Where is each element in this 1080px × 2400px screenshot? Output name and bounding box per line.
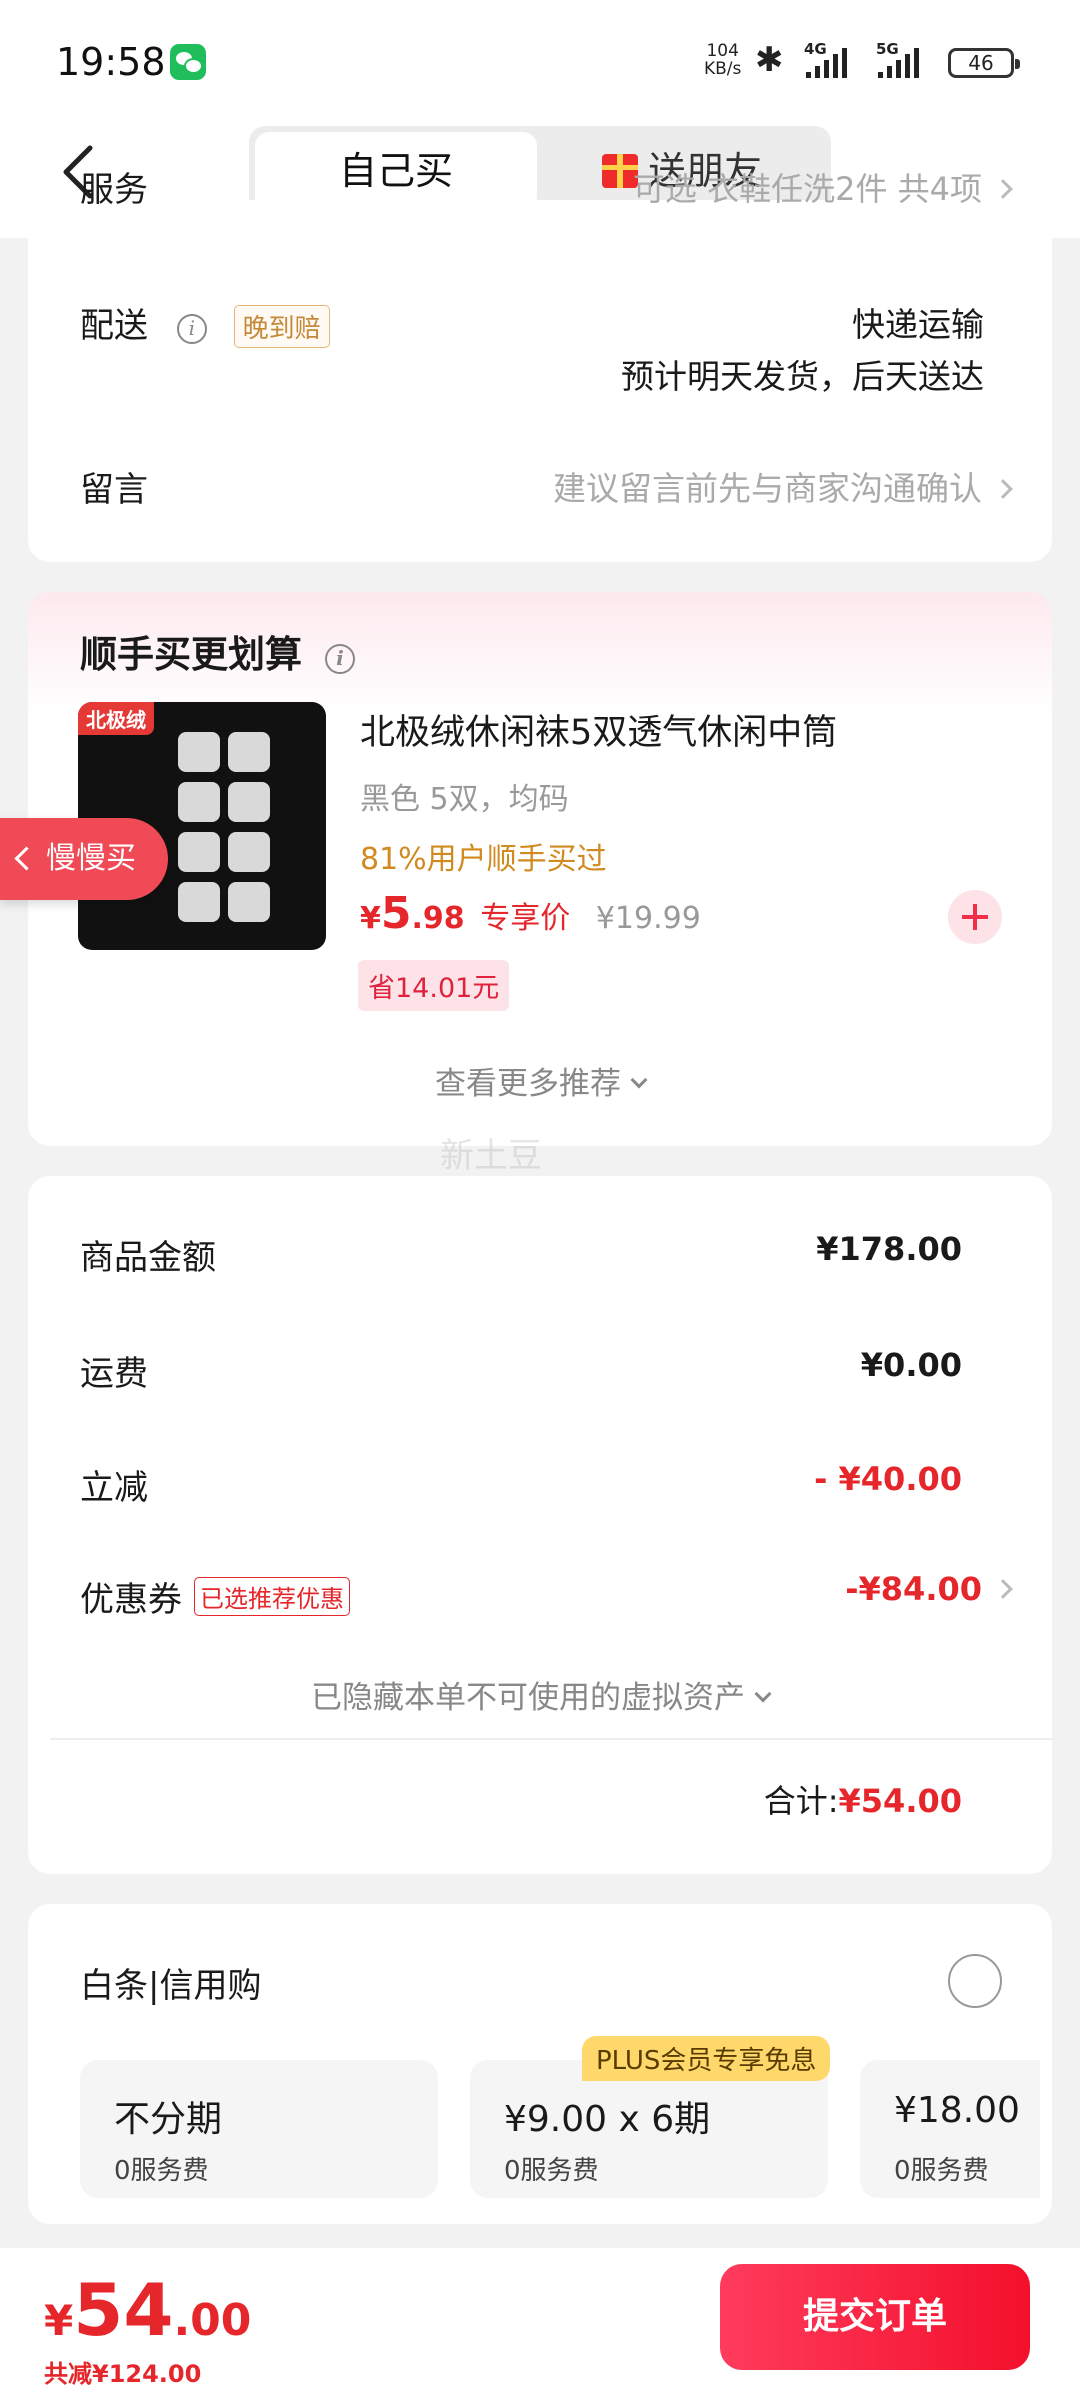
chevron-down-icon: [754, 1685, 772, 1703]
goods-amount-value: ¥178.00: [816, 1230, 962, 1268]
installment-option[interactable]: 不分期 0服务费: [80, 2060, 438, 2198]
add-item-plus-icon[interactable]: [948, 890, 1002, 944]
late-compensation-badge: 晚到赔: [233, 305, 330, 348]
product-spec: 黑色 5双，均码: [360, 782, 569, 817]
more-recommendations[interactable]: 查看更多推荐: [28, 1058, 1052, 1103]
chevron-right-icon: [993, 479, 1013, 499]
note-input[interactable]: 建议留言前先与商家沟通确认: [553, 462, 1013, 510]
discount-label: 立减: [80, 1468, 148, 1508]
product-name[interactable]: 北极绒休闲袜5双透气休闲中筒: [360, 704, 837, 755]
installment-option[interactable]: ¥18.00 0服务费: [860, 2060, 1040, 2198]
info-icon[interactable]: i: [176, 314, 207, 344]
credit-title: 白条|信用购: [80, 1966, 262, 2006]
signal-4g-icon: 4G: [804, 40, 847, 78]
credit-card: 白条|信用购 不分期 0服务费 ¥9.00 x 6期 0服务费 ¥18.00 0…: [28, 1904, 1052, 2224]
order-total: ¥54.00: [44, 2268, 252, 2352]
subtotal: 合计:¥54.00: [763, 1782, 962, 1820]
battery-icon: 46: [948, 48, 1020, 78]
submit-order-button[interactable]: 提交订单: [720, 2264, 1030, 2370]
credit-radio[interactable]: [948, 1954, 1002, 2008]
info-icon[interactable]: i: [324, 644, 355, 674]
freight-value: ¥0.00: [860, 1346, 962, 1384]
delivery-eta: 预计明天发货，后天送达: [621, 357, 984, 396]
bluetooth-icon: ✱: [755, 40, 784, 80]
tab-buy-for-self[interactable]: 自己买: [255, 132, 537, 210]
brand-logo: 北极绒: [78, 702, 154, 735]
chevron-right-icon: [993, 1579, 1013, 1599]
shipping-card: 服务 可选 衣鞋任洗2件 共4项 配送 i 晚到赔 快递运输 预计明天发货，后天…: [28, 170, 1052, 562]
social-proof: 81%用户顺手买过: [360, 842, 607, 877]
goods-amount-label: 商品金额: [80, 1238, 216, 1278]
original-price: ¥19.99: [595, 901, 701, 936]
delivery-method: 快递运输: [852, 305, 984, 344]
watermark: 新土豆: [440, 1136, 542, 1176]
service-value[interactable]: 可选 衣鞋任洗2件 共4项: [633, 164, 1013, 210]
signal-5g-icon: 5G: [876, 40, 919, 78]
total-saved: 共减¥124.00: [44, 2360, 202, 2388]
hidden-assets-toggle[interactable]: 已隐藏本单不可使用的虚拟资产: [28, 1672, 1052, 1717]
divider: [50, 1738, 1052, 1740]
chevron-down-icon: [630, 1071, 648, 1089]
delivery-label: 配送 i 晚到赔: [80, 298, 330, 348]
net-speed: 104 KB/s: [704, 41, 742, 79]
status-bar: 19:58 104 KB/s ✱ 4G 5G 46: [0, 0, 1080, 120]
freight-label: 运费: [80, 1354, 148, 1394]
wechat-icon: [170, 44, 206, 80]
addon-card: 顺手买更划算 i 北极绒 北极绒休闲袜5双透气休闲中筒 黑色 5双，均码 81%…: [28, 592, 1052, 1146]
plus-member-badge: PLUS会员专享免息: [582, 2036, 831, 2081]
coupon-badge: 已选推荐优惠: [194, 1577, 350, 1616]
coupon-label[interactable]: 优惠券 已选推荐优惠: [80, 1572, 350, 1621]
status-time: 19:58: [56, 40, 166, 84]
save-amount-tag: 省14.01元: [358, 960, 510, 1011]
addon-price: ¥5.98 专享价 ¥19.99: [360, 888, 701, 939]
coupon-value[interactable]: -¥84.00: [845, 1570, 1013, 1608]
checkout-bar: ¥54.00 共减¥124.00 提交订单: [0, 2248, 1080, 2400]
price-summary-card: 商品金额 ¥178.00 运费 ¥0.00 立减 - ¥40.00 优惠券 已选推…: [28, 1176, 1052, 1874]
note-label: 留言: [80, 470, 148, 510]
chevron-right-icon: [993, 179, 1013, 199]
service-label: 服务: [80, 170, 148, 210]
price-tag: 专享价: [480, 901, 571, 936]
addon-title: 顺手买更划算 i: [80, 624, 355, 678]
discount-value: - ¥40.00: [814, 1460, 962, 1498]
slow-buy-tab[interactable]: 慢慢买: [0, 818, 168, 900]
